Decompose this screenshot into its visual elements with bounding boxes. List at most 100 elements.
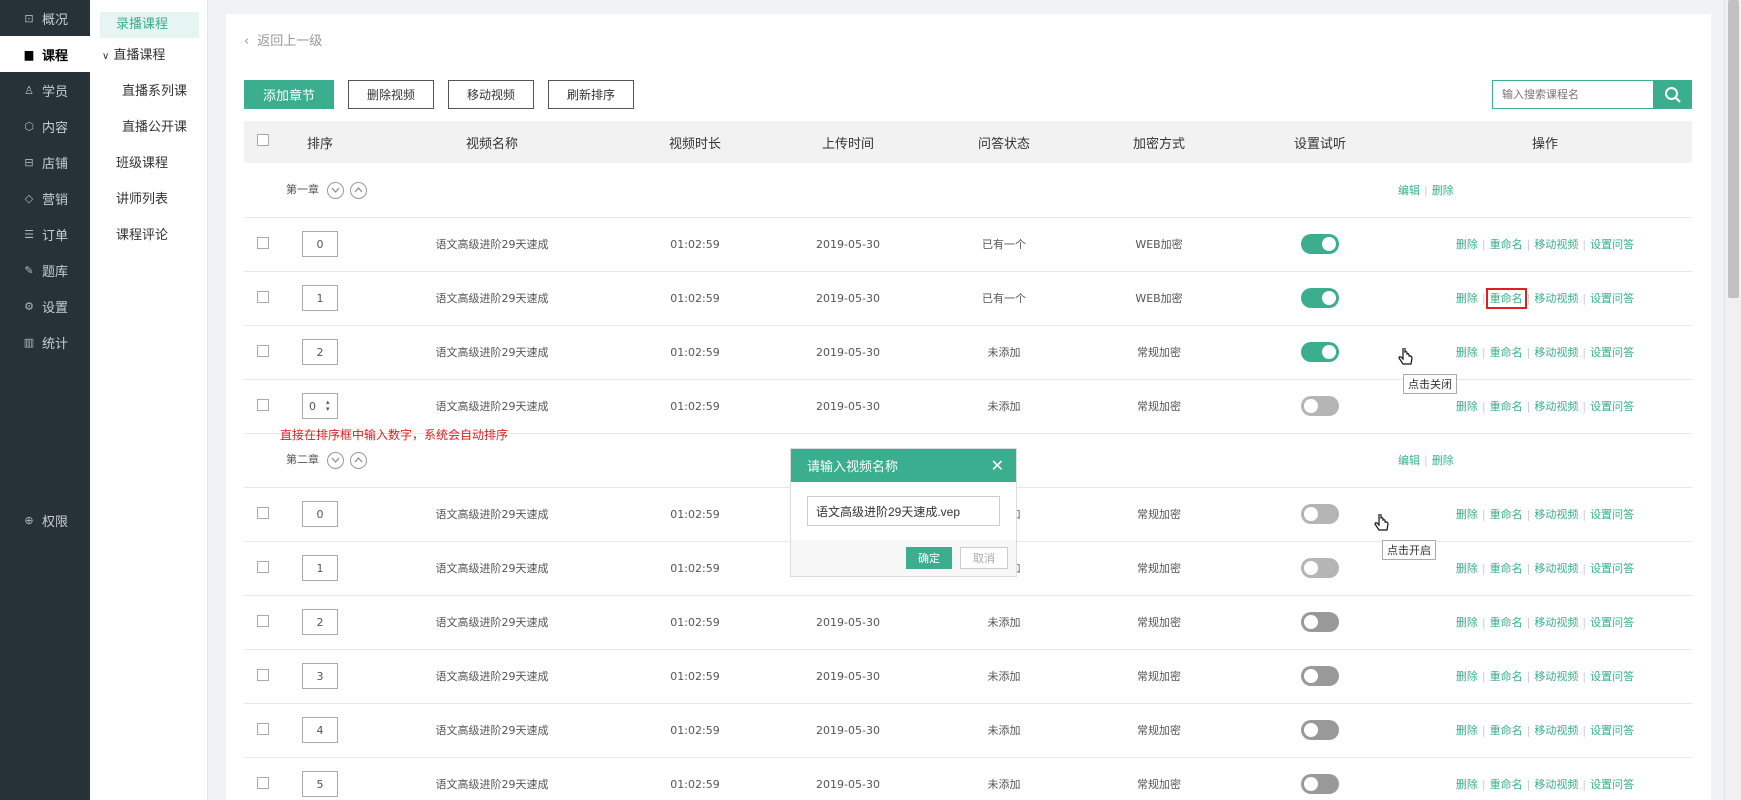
row-rename-link[interactable]: 重命名 [1490, 562, 1523, 575]
trial-toggle[interactable] [1301, 234, 1339, 254]
row-qa-link[interactable]: 设置问答 [1590, 724, 1634, 737]
nav-item-2[interactable]: ♙ 学员 [0, 72, 90, 108]
order-input[interactable]: 2 [302, 609, 338, 635]
row-qa-link[interactable]: 设置问答 [1590, 400, 1634, 413]
order-input[interactable]: 3 [302, 663, 338, 689]
row-rename-link[interactable]: 重命名 [1490, 670, 1523, 683]
row-move-link[interactable]: 移动视频 [1534, 778, 1578, 791]
row-move-link[interactable]: 移动视频 [1534, 562, 1578, 575]
row-checkbox[interactable] [257, 290, 269, 303]
order-input[interactable]: 1 [302, 285, 338, 311]
cancel-button[interactable]: 取消 [960, 547, 1008, 569]
chapter-delete-link[interactable]: 删除 [1432, 454, 1454, 467]
order-input[interactable]: 0 [302, 231, 338, 257]
row-checkbox[interactable] [257, 398, 269, 411]
scrollbar-thumb[interactable] [1728, 0, 1739, 298]
row-rename-link[interactable]: 重命名 [1485, 288, 1527, 309]
nav-item-8[interactable]: ⚙ 设置 [0, 288, 90, 324]
trial-toggle[interactable] [1301, 504, 1339, 524]
row-move-link[interactable]: 移动视频 [1534, 670, 1578, 683]
row-rename-link[interactable]: 重命名 [1490, 724, 1523, 737]
order-input[interactable]: 2 [302, 339, 338, 365]
row-delete-link[interactable]: 删除 [1456, 670, 1478, 683]
close-icon[interactable]: ✕ [991, 456, 1004, 475]
row-move-link[interactable]: 移动视频 [1534, 238, 1578, 251]
row-checkbox[interactable] [257, 344, 269, 357]
subnav-live-series[interactable]: 直播系列课 [90, 74, 207, 110]
nav-item-4[interactable]: ⊟ 店铺 [0, 144, 90, 180]
confirm-button[interactable]: 确定 [906, 547, 952, 569]
search-input[interactable] [1492, 80, 1654, 109]
order-input[interactable]: 0 ▴ ▾ [302, 393, 338, 419]
row-checkbox[interactable] [257, 668, 269, 681]
subnav-recorded-course[interactable]: 录播课程 [100, 12, 199, 38]
row-checkbox[interactable] [257, 776, 269, 789]
search-button[interactable] [1654, 80, 1692, 109]
nav-item-0[interactable]: ⊡ 概况 [0, 0, 90, 36]
row-rename-link[interactable]: 重命名 [1490, 238, 1523, 251]
nav-item-5[interactable]: ◇ 营销 [0, 180, 90, 216]
row-move-link[interactable]: 移动视频 [1534, 400, 1578, 413]
chapter-edit-link[interactable]: 编辑 [1398, 454, 1420, 467]
row-checkbox[interactable] [257, 560, 269, 573]
subnav-live-open[interactable]: 直播公开课 [90, 110, 207, 146]
spinner-icon[interactable]: ▴ ▾ [326, 399, 330, 413]
row-qa-link[interactable]: 设置问答 [1590, 346, 1634, 359]
chapter-edit-link[interactable]: 编辑 [1398, 184, 1420, 197]
video-name-input[interactable] [807, 496, 1000, 526]
nav-item-6[interactable]: ☰ 订单 [0, 216, 90, 252]
row-delete-link[interactable]: 删除 [1456, 724, 1478, 737]
row-move-link[interactable]: 移动视频 [1534, 346, 1578, 359]
trial-toggle[interactable] [1301, 774, 1339, 794]
row-rename-link[interactable]: 重命名 [1490, 778, 1523, 791]
row-qa-link[interactable]: 设置问答 [1590, 670, 1634, 683]
subnav-class-course[interactable]: 班级课程 [90, 146, 207, 182]
row-qa-link[interactable]: 设置问答 [1590, 238, 1634, 251]
order-input[interactable]: 4 [302, 717, 338, 743]
collapse-up-icon[interactable] [350, 181, 367, 199]
row-move-link[interactable]: 移动视频 [1534, 508, 1578, 521]
subnav-teacher-list[interactable]: 讲师列表 [90, 182, 207, 218]
order-input[interactable]: 1 [302, 555, 338, 581]
row-delete-link[interactable]: 删除 [1456, 400, 1478, 413]
trial-toggle[interactable] [1301, 666, 1339, 686]
row-move-link[interactable]: 移动视频 [1534, 724, 1578, 737]
trial-toggle[interactable] [1301, 396, 1339, 416]
trial-toggle[interactable] [1301, 342, 1339, 362]
order-input[interactable]: 5 [302, 771, 338, 797]
row-delete-link[interactable]: 删除 [1456, 346, 1478, 359]
row-delete-link[interactable]: 删除 [1456, 562, 1478, 575]
row-checkbox[interactable] [257, 614, 269, 627]
trial-toggle[interactable] [1301, 558, 1339, 578]
row-rename-link[interactable]: 重命名 [1490, 508, 1523, 521]
refresh-sort-button[interactable]: 刷新排序 [548, 80, 635, 109]
row-delete-link[interactable]: 删除 [1456, 292, 1478, 305]
expand-down-icon[interactable] [327, 451, 344, 469]
page-scrollbar[interactable] [1724, 0, 1741, 800]
row-delete-link[interactable]: 删除 [1456, 616, 1478, 629]
chapter-delete-link[interactable]: 删除 [1432, 184, 1454, 197]
trial-toggle[interactable] [1301, 720, 1339, 740]
nav-item-permission[interactable]: ⊕ 权限 [0, 502, 90, 538]
select-all-checkbox[interactable] [257, 134, 269, 146]
row-rename-link[interactable]: 重命名 [1490, 616, 1523, 629]
nav-item-1[interactable]: ▆ 课程 [0, 36, 90, 72]
row-checkbox[interactable] [257, 506, 269, 519]
nav-item-9[interactable]: ▥ 统计 [0, 324, 90, 360]
subnav-live-course-group[interactable]: ∨ 直播课程 [90, 38, 207, 74]
row-move-link[interactable]: 移动视频 [1534, 292, 1578, 305]
nav-item-3[interactable]: ⬡ 内容 [0, 108, 90, 144]
row-delete-link[interactable]: 删除 [1456, 778, 1478, 791]
nav-item-7[interactable]: ✎ 题库 [0, 252, 90, 288]
order-input[interactable]: 0 [302, 501, 338, 527]
row-rename-link[interactable]: 重命名 [1490, 400, 1523, 413]
row-qa-link[interactable]: 设置问答 [1590, 616, 1634, 629]
add-chapter-button[interactable]: 添加章节 [244, 80, 335, 109]
expand-down-icon[interactable] [327, 181, 344, 199]
row-checkbox[interactable] [257, 236, 269, 249]
collapse-up-icon[interactable] [350, 451, 367, 469]
row-delete-link[interactable]: 删除 [1456, 508, 1478, 521]
trial-toggle[interactable] [1301, 288, 1339, 308]
row-move-link[interactable]: 移动视频 [1534, 616, 1578, 629]
row-checkbox[interactable] [257, 722, 269, 735]
